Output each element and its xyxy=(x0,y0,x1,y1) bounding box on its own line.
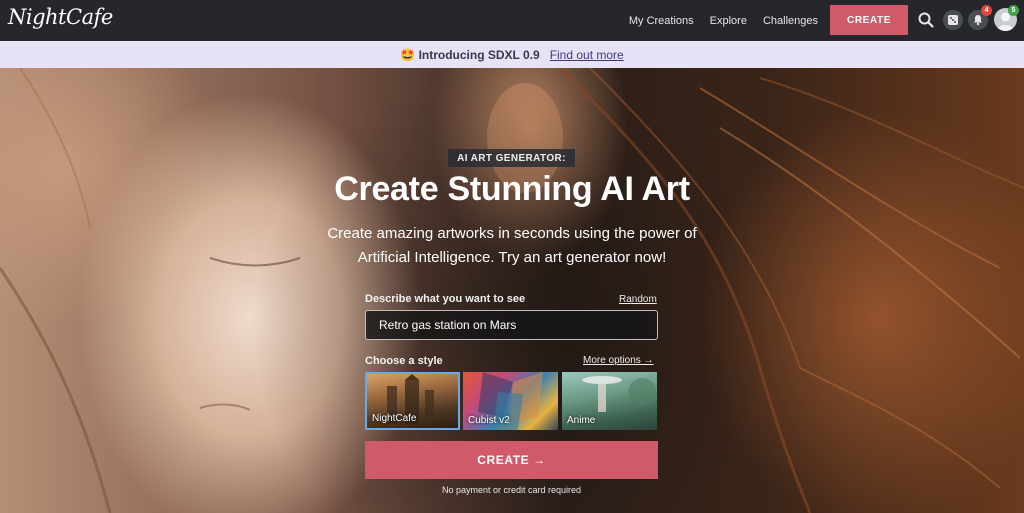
nightcafe-logo[interactable]: NightCafe xyxy=(8,5,113,29)
nav-link-challenges[interactable]: Challenges xyxy=(763,15,818,27)
top-navbar: NightCafe My Creations Explore Challenge… xyxy=(0,0,1024,41)
random-link[interactable]: Random xyxy=(619,294,657,305)
hero-subtitle: Create amazing artworks in seconds using… xyxy=(327,225,697,266)
style-label: Choose a style xyxy=(365,355,443,367)
style-card-label: NightCafe xyxy=(372,413,417,424)
style-card-nightcafe[interactable]: NightCafe xyxy=(365,372,460,430)
create-button[interactable]: CREATE → xyxy=(365,441,658,479)
prompt-input[interactable] xyxy=(365,310,658,340)
hero-headline: Create Stunning AI Art xyxy=(334,170,690,208)
profile-badge: 5 xyxy=(1008,5,1019,16)
star-struck-emoji-icon: 🤩 xyxy=(400,47,416,62)
find-out-more-link[interactable]: Find out more xyxy=(550,48,624,62)
hero-section: AI ART GENERATOR: Create Stunning AI Art… xyxy=(0,68,1024,513)
no-payment-note: No payment or credit card required xyxy=(441,485,582,495)
nav-links: My Creations Explore Challenges xyxy=(629,0,818,41)
prompt-label: Describe what you want to see xyxy=(365,293,526,305)
notification-count-badge: 4 xyxy=(981,5,992,16)
dice-icon[interactable] xyxy=(943,10,963,30)
style-card-label: Cubist v2 xyxy=(468,415,510,426)
announcement-banner: 🤩 Introducing SDXL 0.9 Find out more xyxy=(0,41,1024,68)
banner-title: 🤩 Introducing SDXL 0.9 xyxy=(400,48,539,62)
search-icon[interactable] xyxy=(917,11,935,29)
banner-title-text: Introducing SDXL 0.9 xyxy=(418,47,540,62)
nav-link-explore[interactable]: Explore xyxy=(710,15,747,27)
more-options-link[interactable]: More options → xyxy=(583,355,654,366)
style-card-cubist[interactable]: Cubist v2 xyxy=(463,372,558,430)
hero-tag: AI ART GENERATOR: xyxy=(448,149,575,167)
nav-create-button[interactable]: CREATE xyxy=(830,5,908,35)
style-card-anime[interactable]: Anime xyxy=(562,372,657,430)
nav-link-my-creations[interactable]: My Creations xyxy=(629,15,694,27)
style-card-label: Anime xyxy=(567,415,596,426)
